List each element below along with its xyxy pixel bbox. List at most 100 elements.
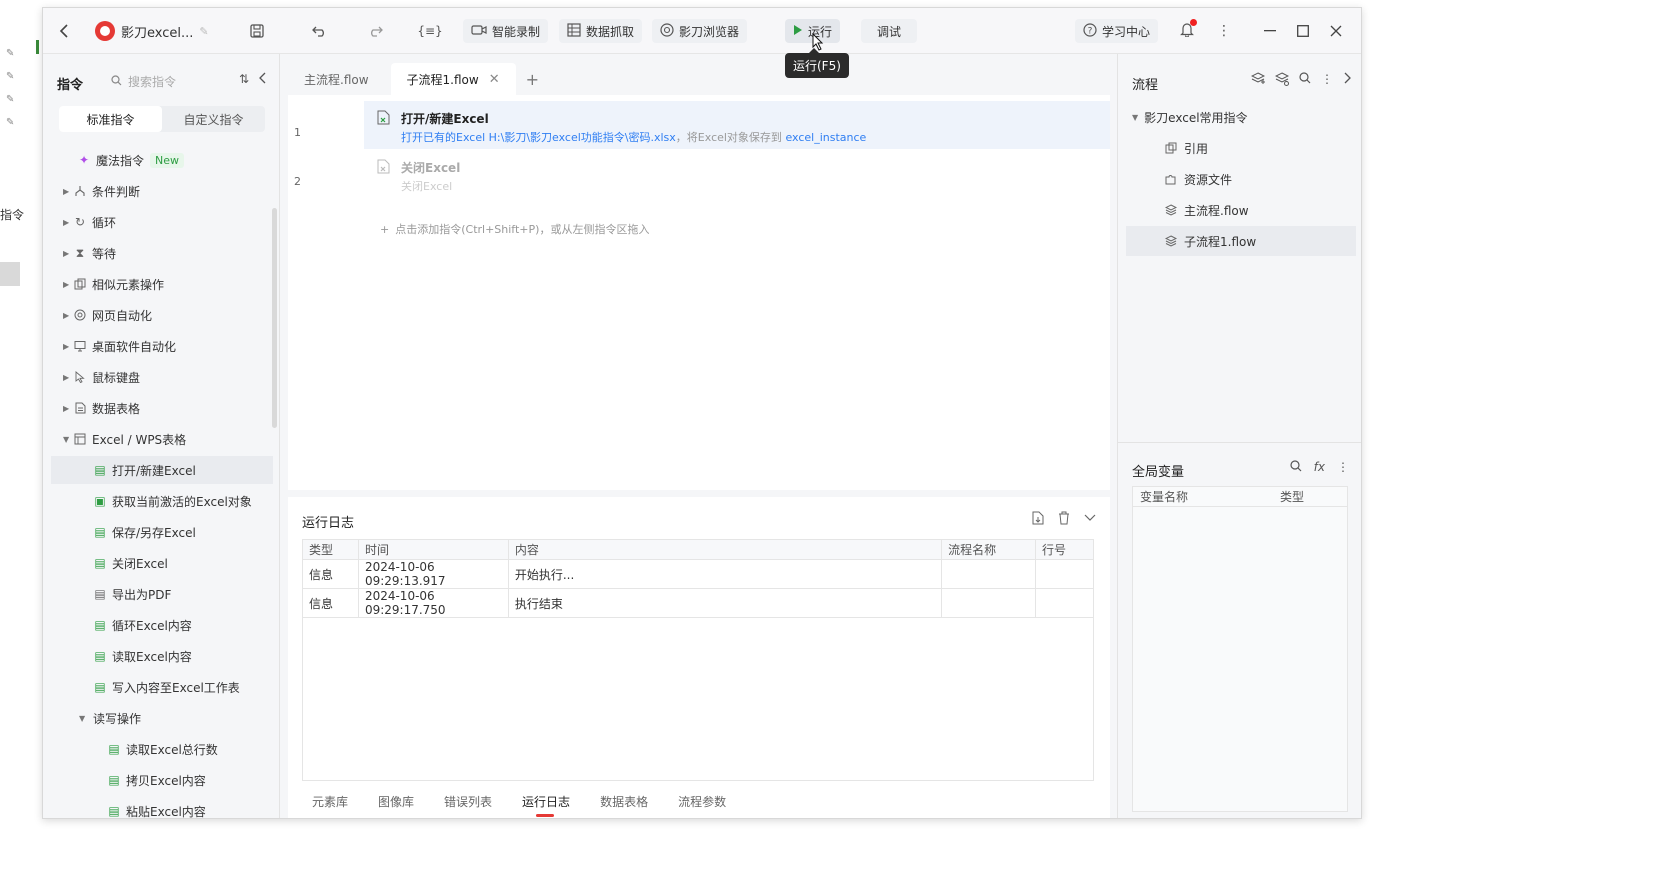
expand-arrow-icon: ▶ <box>63 248 70 258</box>
tree-item-label: 循环 <box>92 215 117 230</box>
command-search-input[interactable]: 搜索指令 <box>111 73 176 90</box>
log-table-header: 类型 时间 内容 流程名称 行号 <box>302 539 1094 560</box>
pin-icon[interactable]: ✎ <box>6 94 14 105</box>
tab-data-table[interactable]: 数据表格 <box>600 793 648 810</box>
tree-item-label: 打开/新建Excel <box>112 463 196 478</box>
maximize-icon[interactable] <box>1294 22 1312 40</box>
minimize-icon[interactable] <box>1261 22 1279 40</box>
tab-element-library[interactable]: 元素库 <box>312 793 348 810</box>
add-flow-icon[interactable] <box>1250 72 1266 89</box>
chevron-down-icon[interactable] <box>1084 511 1096 528</box>
tree-item-export-pdf[interactable]: ▤ 导出为PDF <box>93 580 171 608</box>
tab-sub-flow[interactable]: 子流程1.flow ✕ <box>390 63 516 95</box>
flow-tree-root[interactable]: ▼ 影刀excel常用指令 <box>1132 102 1361 132</box>
save-icon[interactable] <box>248 22 266 40</box>
export-log-icon[interactable] <box>1032 511 1044 528</box>
format-code-icon[interactable]: {≡} <box>417 22 442 40</box>
yingdao-browser-button[interactable]: 影刀浏览器 <box>652 19 748 43</box>
chevron-right-icon[interactable] <box>1343 72 1351 89</box>
tree-item-paste-excel[interactable]: ▤ 粘贴Excel内容 <box>107 797 205 818</box>
flow-tree-item-main-flow[interactable]: 主流程.flow <box>1126 195 1356 225</box>
tree-item-read-write-ops[interactable]: ▼ 读写操作 <box>79 704 141 732</box>
undo-icon[interactable] <box>311 22 329 40</box>
flow-tree-root-label: 影刀excel常用指令 <box>1144 110 1248 125</box>
more-menu-icon[interactable]: ⋮ <box>1215 22 1233 40</box>
tree-item-excel-wps[interactable]: ▼ Excel / WPS表格 <box>63 425 186 453</box>
pin-icon[interactable]: ✎ <box>6 48 14 59</box>
search-icon[interactable] <box>1299 72 1311 89</box>
debug-button[interactable]: 调试 <box>861 19 918 43</box>
tree-item-data-table[interactable]: ▶ 数据表格 <box>63 394 140 422</box>
tree-item-open-new-excel[interactable]: ▤ 打开/新建Excel <box>51 456 273 484</box>
flow-tree-item-resources[interactable]: 资源文件 <box>1126 164 1356 194</box>
smart-record-button[interactable]: 智能录制 <box>463 19 549 43</box>
table-icon <box>567 22 581 40</box>
tab-custom-commands[interactable]: 自定义指令 <box>162 106 265 132</box>
tree-item-loop[interactable]: ▶ ↻ 循环 <box>63 208 116 236</box>
table-row[interactable]: 信息 2024-10-06 09:29:13.917 开始执行... <box>302 559 1094 589</box>
trash-icon[interactable] <box>1058 511 1070 528</box>
tree-item-write-excel[interactable]: ▤ 写入内容至Excel工作表 <box>93 673 239 701</box>
excel-file-icon: ▤ <box>94 618 106 632</box>
tree-item-label: 循环Excel内容 <box>112 618 192 633</box>
global-variables-title: 全局变量 <box>1132 465 1185 480</box>
sort-icon[interactable]: ⇅ <box>239 72 249 87</box>
tab-standard-commands[interactable]: 标准指令 <box>59 106 162 132</box>
col-line: 行号 <box>1035 539 1094 560</box>
function-icon[interactable]: fx <box>1314 460 1325 475</box>
add-module-icon[interactable] <box>1274 72 1290 89</box>
flow-step-close-excel[interactable]: 关闭Excel 关闭Excel <box>364 150 1110 198</box>
flow-tree-item-reference[interactable]: 引用 <box>1126 133 1356 163</box>
learning-center-button[interactable]: ? 学习中心 <box>1075 19 1159 43</box>
close-icon[interactable] <box>1327 22 1345 40</box>
tree-item-condition[interactable]: ▶ 条件判断 <box>63 177 140 205</box>
tree-item-save-excel[interactable]: ▤ 保存/另存Excel <box>93 518 196 546</box>
redo-icon[interactable] <box>366 22 384 40</box>
tree-item-copy-excel[interactable]: ▤ 拷贝Excel内容 <box>107 766 205 794</box>
add-command-hint[interactable]: + 点击添加指令(Ctrl+Shift+P)，或从左侧指令区拖入 <box>380 221 649 237</box>
tree-item-magic[interactable]: ✦ 魔法指令 New <box>77 146 185 174</box>
pointer-icon <box>73 370 87 384</box>
close-tab-icon[interactable]: ✕ <box>489 72 500 87</box>
flow-tree-item-sub-flow[interactable]: 子流程1.flow <box>1126 226 1356 256</box>
tree-item-mouse-keyboard[interactable]: ▶ 鼠标键盘 <box>63 363 140 391</box>
tree-item-get-active-excel[interactable]: ▣ 获取当前激活的Excel对象 <box>93 487 251 515</box>
notification-bell-icon[interactable] <box>1178 19 1197 40</box>
tree-item-desktop-automation[interactable]: ▶ 桌面软件自动化 <box>63 332 176 360</box>
left-scrollbar[interactable] <box>272 208 277 428</box>
tree-item-similar-elements[interactable]: ▶ 相似元素操作 <box>63 270 164 298</box>
flow-step-open-excel[interactable]: 打开/新建Excel 打开已有的Excel H:\影刀\影刀excel功能指令\… <box>364 101 1110 149</box>
tab-flow-params[interactable]: 流程参数 <box>678 793 726 810</box>
data-grab-button[interactable]: 数据抓取 <box>559 19 643 43</box>
notification-dot <box>1190 19 1197 26</box>
pin-icon[interactable]: ✎ <box>6 117 14 128</box>
edit-title-icon[interactable]: ✎ <box>199 25 208 38</box>
app-title[interactable]: 影刀excel... <box>121 22 193 41</box>
tree-item-close-excel[interactable]: ▤ 关闭Excel <box>93 549 167 577</box>
pin-icon[interactable]: ✎ <box>6 71 14 82</box>
flow-tree-item-label: 引用 <box>1184 141 1209 156</box>
expand-arrow-icon: ▶ <box>63 217 70 227</box>
tree-item-wait[interactable]: ▶ ⧗ 等待 <box>63 239 116 267</box>
add-tab-button[interactable]: + <box>516 63 549 95</box>
back-icon[interactable] <box>55 22 73 40</box>
tree-item-read-excel[interactable]: ▤ 读取Excel内容 <box>93 642 191 670</box>
flow-panel-title: 流程 <box>1132 78 1159 93</box>
table-row[interactable]: 信息 2024-10-06 09:29:17.750 执行结束 <box>302 588 1094 618</box>
tab-image-library[interactable]: 图像库 <box>378 793 414 810</box>
collapse-panel-icon[interactable] <box>259 72 267 87</box>
more-menu-icon[interactable]: ⋮ <box>1321 72 1333 89</box>
tree-item-web-automation[interactable]: ▶ 网页自动化 <box>63 301 152 329</box>
tree-item-read-total-rows[interactable]: ▤ 读取Excel总行数 <box>107 735 217 763</box>
col-variable-name: 变量名称 <box>1140 490 1189 504</box>
step-title: 打开/新建Excel <box>401 112 489 126</box>
tab-run-log[interactable]: 运行日志 <box>522 793 570 817</box>
panel-divider[interactable] <box>1118 442 1361 443</box>
tab-main-flow[interactable]: 主流程.flow <box>288 63 385 95</box>
more-menu-icon[interactable]: ⋮ <box>1337 460 1349 475</box>
tab-error-list[interactable]: 错误列表 <box>444 793 492 810</box>
excel-file-icon: ▤ <box>94 525 106 539</box>
search-icon[interactable] <box>1290 460 1302 475</box>
branch-icon <box>73 184 87 198</box>
tree-item-loop-excel[interactable]: ▤ 循环Excel内容 <box>93 611 192 639</box>
